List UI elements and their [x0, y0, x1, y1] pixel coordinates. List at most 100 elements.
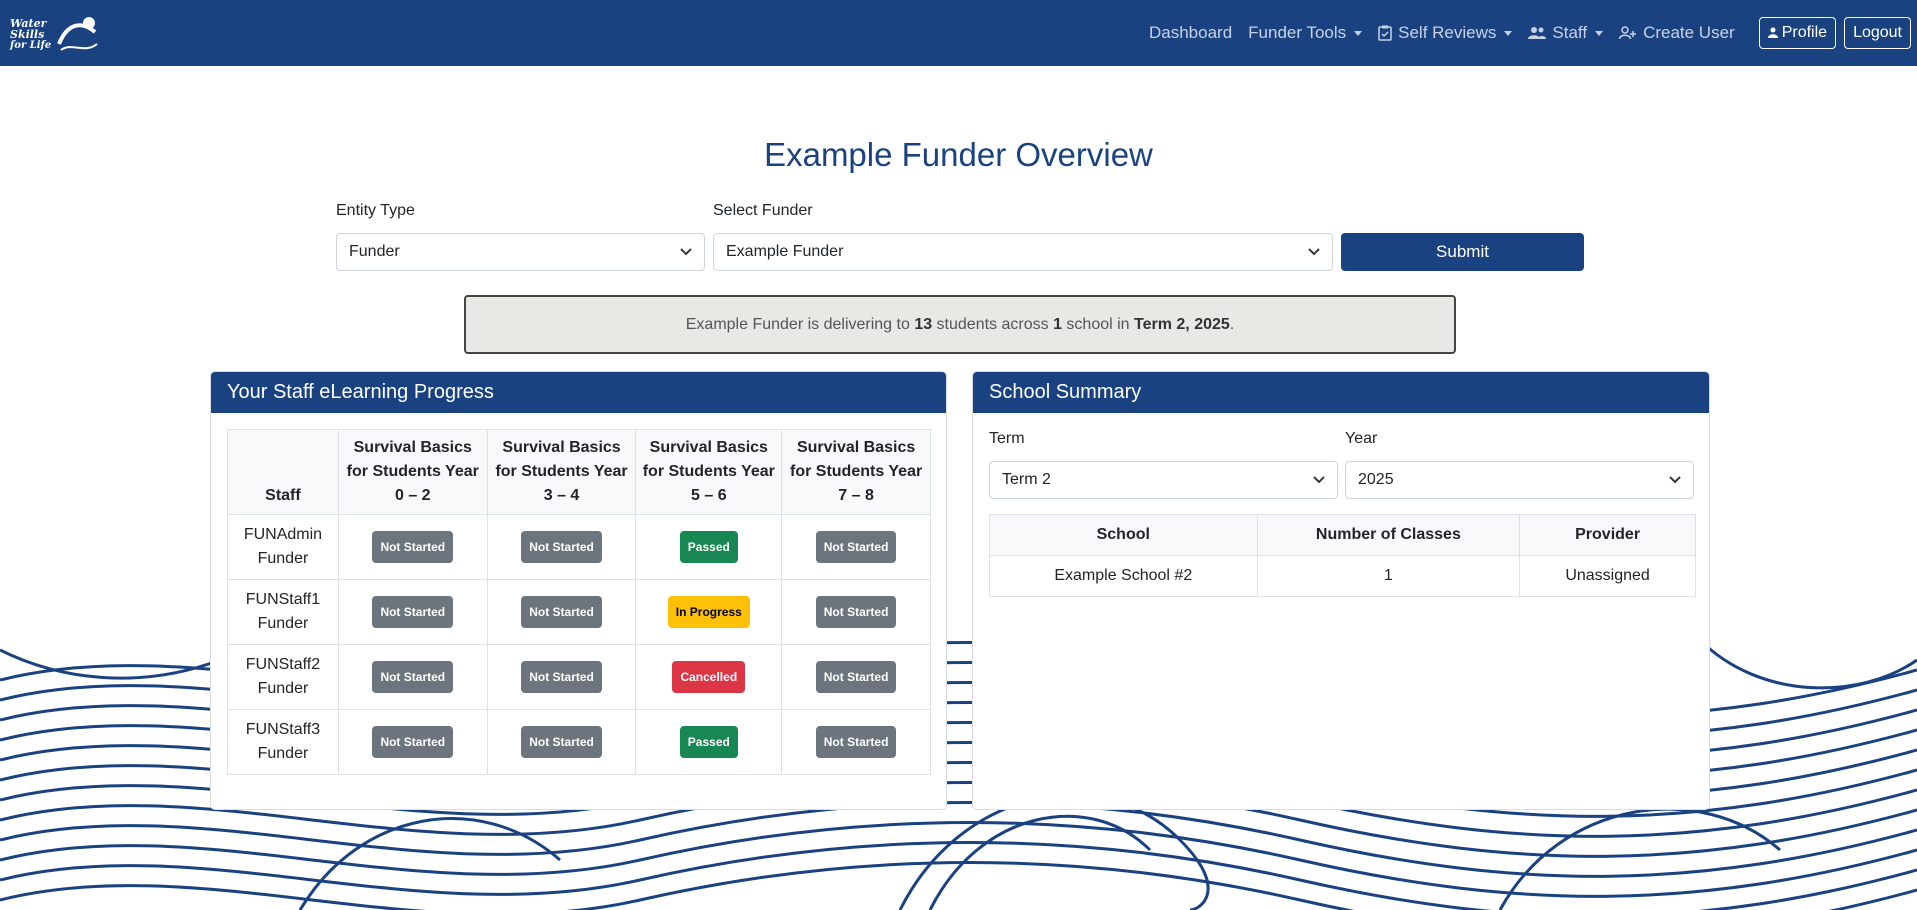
- select-funder-label: Select Funder: [713, 202, 813, 219]
- column-header: Staff: [227, 429, 339, 515]
- staff-username: FUNAdmin: [243, 526, 323, 543]
- class-count-cell: 1: [1256, 555, 1521, 597]
- status-badge: Passed: [679, 726, 738, 758]
- entity-type-label: Entity Type: [336, 202, 415, 219]
- status-badge: Not Started: [372, 596, 454, 628]
- status-cell: Not Started: [486, 644, 637, 710]
- funder-select[interactable]: Example Funder: [713, 233, 1333, 271]
- school-summary-card: School Summary Term Term 2 Year 2025 Sch…: [972, 371, 1710, 810]
- status-badge: Not Started: [521, 661, 602, 693]
- nav-self-reviews[interactable]: Self Reviews: [1378, 23, 1513, 43]
- status-badge: Not Started: [521, 531, 602, 563]
- chevron-down-icon: [680, 248, 692, 256]
- provider-cell: Unassigned: [1519, 555, 1696, 597]
- chevron-down-icon: [1595, 30, 1604, 36]
- clipboard-check-icon: [1378, 25, 1392, 41]
- year-value: 2025: [1358, 471, 1394, 488]
- status-badge: Not Started: [815, 726, 897, 758]
- status-cell: Passed: [635, 709, 783, 775]
- top-navbar: Water Skills for Life Dashboard Funder T…: [0, 0, 1917, 66]
- year-label: Year: [1345, 430, 1378, 447]
- card-title: School Summary: [973, 372, 1709, 413]
- school-summary-table: School Number of Classes Provider Exampl…: [989, 514, 1696, 597]
- summary-alert: Example Funder is delivering to 13 stude…: [464, 295, 1456, 354]
- column-header: Provider: [1519, 514, 1696, 556]
- staff-username: FUNStaff2: [245, 656, 321, 673]
- status-cell: Not Started: [337, 709, 488, 775]
- brand-logo[interactable]: Water Skills for Life: [10, 12, 102, 56]
- nav-staff[interactable]: Staff: [1528, 23, 1604, 43]
- staff-username: FUNStaff1: [245, 591, 321, 608]
- card-title: Your Staff eLearning Progress: [211, 372, 946, 413]
- term-value: Term 2: [1002, 471, 1051, 488]
- status-badge: Cancelled: [672, 661, 746, 693]
- term-select[interactable]: Term 2: [989, 461, 1338, 499]
- logout-button[interactable]: Logout: [1844, 17, 1911, 49]
- people-icon: [1528, 27, 1547, 39]
- status-cell: Cancelled: [635, 644, 783, 710]
- status-badge: Not Started: [372, 726, 454, 758]
- chevron-down-icon: [1354, 30, 1363, 36]
- status-badge: In Progress: [667, 596, 750, 628]
- staff-username: FUNStaff3: [245, 721, 321, 738]
- status-badge: Not Started: [372, 661, 454, 693]
- column-header: Number of Classes: [1256, 514, 1521, 556]
- status-badge: Not Started: [815, 531, 897, 563]
- status-cell: Not Started: [337, 514, 488, 580]
- brand-text: Water Skills for Life: [10, 16, 52, 51]
- nav-menu: Dashboard Funder Tools Self Reviews Staf…: [1149, 0, 1911, 66]
- status-cell: Not Started: [781, 514, 931, 580]
- status-badge: Not Started: [372, 531, 454, 563]
- staff-role: Funder: [257, 615, 309, 632]
- status-badge: Passed: [679, 531, 738, 563]
- status-cell: Not Started: [486, 579, 637, 645]
- staff-progress-table: Staff Survival Basics for Students Year …: [227, 429, 931, 775]
- chevron-down-icon: [1669, 476, 1681, 484]
- swimmer-icon: [57, 17, 98, 51]
- table-row: FUNStaff3 Funder Not Started Not Started Pas…: [227, 709, 931, 775]
- column-header: School: [989, 514, 1258, 556]
- status-cell: Not Started: [337, 644, 488, 710]
- chevron-down-icon: [1313, 476, 1325, 484]
- term-label: Term: [989, 430, 1025, 447]
- staff-role: Funder: [257, 745, 309, 762]
- staff-name-cell: FUNStaff3 Funder: [227, 709, 339, 775]
- status-cell: Not Started: [781, 644, 931, 710]
- staff-role: Funder: [257, 550, 309, 567]
- status-cell: Not Started: [486, 514, 637, 580]
- person-add-icon: [1619, 26, 1637, 40]
- staff-elearning-card: Your Staff eLearning Progress Staff Surv…: [210, 371, 947, 810]
- status-badge: Not Started: [815, 661, 897, 693]
- table-row: FUNStaff2 Funder Not Started Not Started Can…: [227, 644, 931, 710]
- status-cell: In Progress: [635, 579, 783, 645]
- status-cell: Not Started: [337, 579, 488, 645]
- entity-type-value: Funder: [349, 243, 400, 260]
- table-row: FUNAdmin Funder Not Started Not Started Pass…: [227, 514, 931, 580]
- status-badge: Not Started: [521, 726, 602, 758]
- status-cell: Not Started: [486, 709, 637, 775]
- year-select[interactable]: 2025: [1345, 461, 1694, 499]
- nav-create-user[interactable]: Create User: [1619, 23, 1735, 43]
- staff-role: Funder: [257, 680, 309, 697]
- nav-dashboard[interactable]: Dashboard: [1149, 23, 1232, 43]
- column-header: Survival Basics for Students Year 7 – 8: [781, 429, 931, 515]
- funder-value: Example Funder: [726, 243, 844, 260]
- staff-name-cell: FUNStaff1 Funder: [227, 579, 339, 645]
- table-row: FUNStaff1 Funder Not Started Not Started In …: [227, 579, 931, 645]
- staff-name-cell: FUNStaff2 Funder: [227, 644, 339, 710]
- staff-name-cell: FUNAdmin Funder: [227, 514, 339, 580]
- chevron-down-icon: [1308, 248, 1320, 256]
- profile-button[interactable]: Profile: [1758, 17, 1837, 49]
- status-badge: Not Started: [521, 596, 602, 628]
- nav-funder-tools[interactable]: Funder Tools: [1248, 23, 1363, 43]
- submit-button[interactable]: Submit: [1341, 233, 1584, 271]
- column-header: Survival Basics for Students Year 0 – 2: [337, 429, 488, 515]
- status-badge: Not Started: [815, 596, 897, 628]
- status-cell: Passed: [635, 514, 783, 580]
- entity-type-select[interactable]: Funder: [336, 233, 705, 271]
- table-row: Example School #2 1 Unassigned: [989, 555, 1696, 597]
- status-cell: Not Started: [781, 709, 931, 775]
- person-icon: [1767, 27, 1778, 38]
- school-name-cell: Example School #2: [989, 555, 1258, 597]
- status-cell: Not Started: [781, 579, 931, 645]
